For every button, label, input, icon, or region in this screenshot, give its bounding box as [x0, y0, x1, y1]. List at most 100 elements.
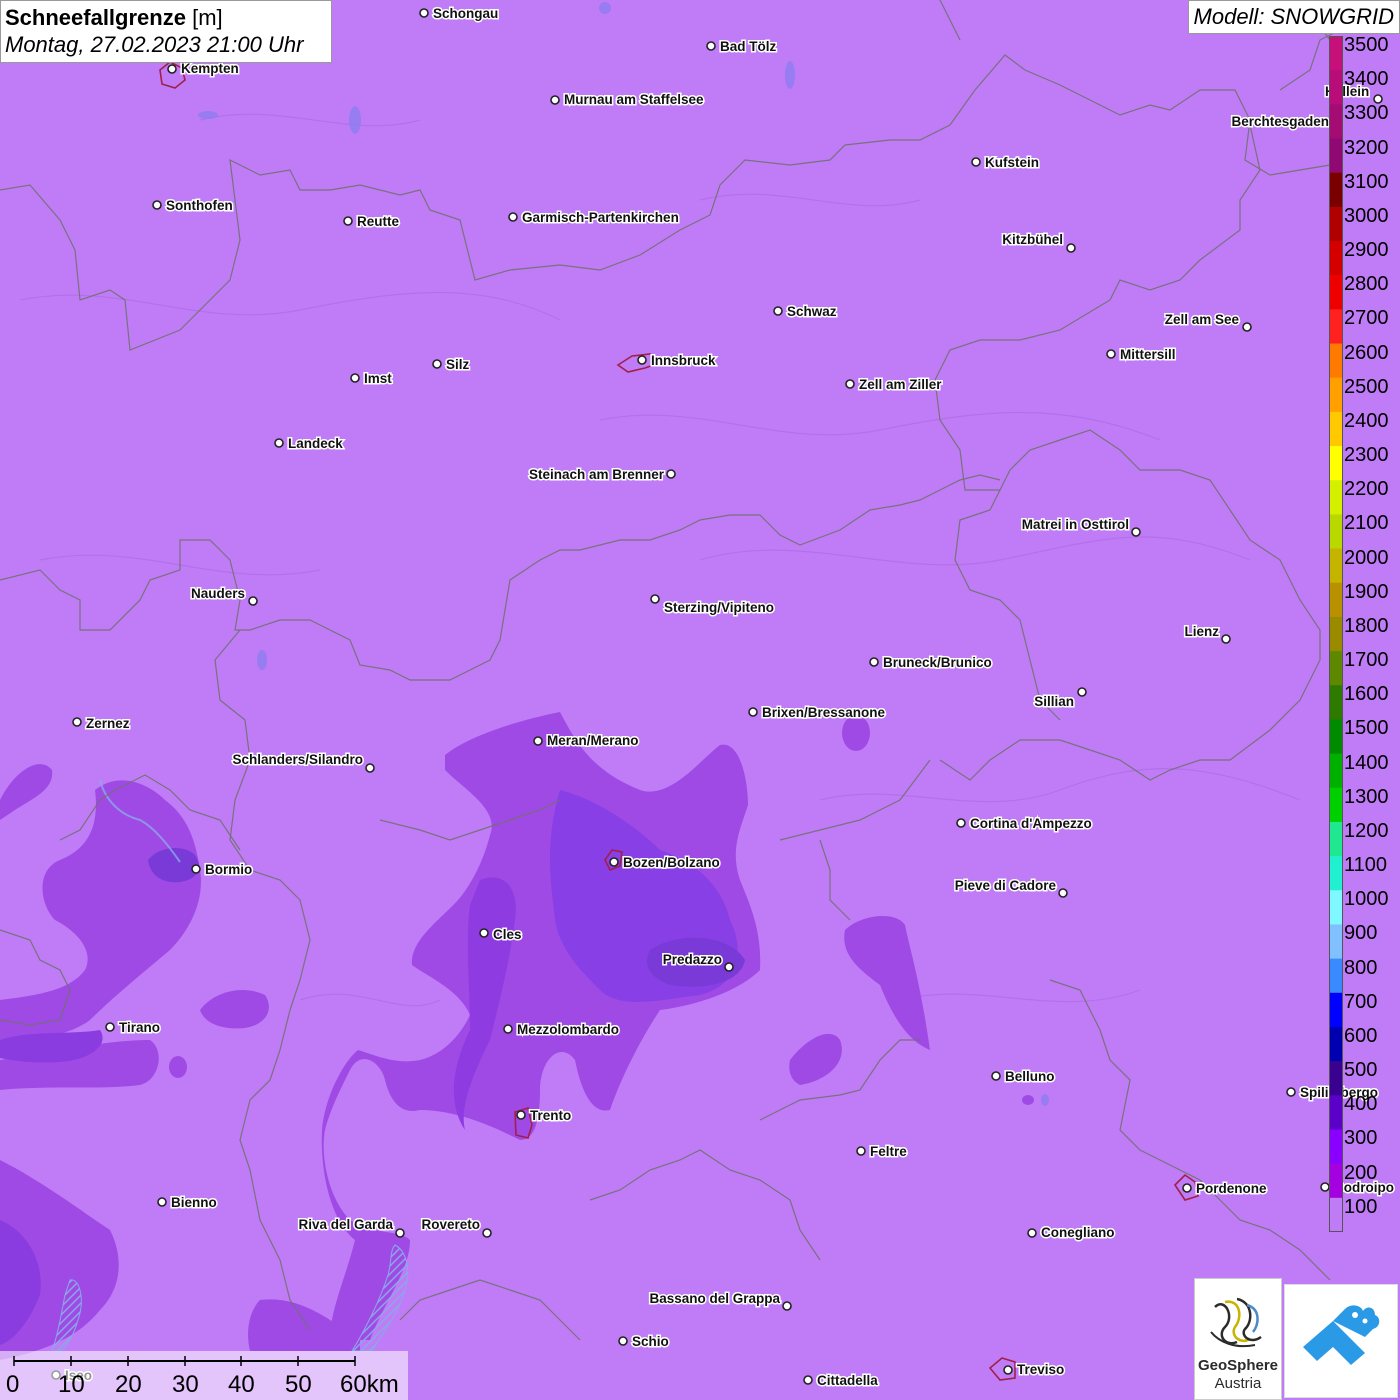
- city-marker: [803, 1375, 813, 1385]
- city-label: Schlanders/Silandro: [232, 752, 363, 767]
- model-label: Modell: SNOWGRID: [1187, 0, 1400, 34]
- legend-colorbar: [1329, 36, 1343, 1232]
- title-box: Schneefallgrenze [m] Montag, 27.02.2023 …: [0, 0, 332, 63]
- city-label: Cittadella: [817, 1373, 878, 1388]
- legend-swatch: [1329, 480, 1343, 515]
- city-label: Sterzing/Vipiteno: [664, 600, 774, 615]
- city-marker: [637, 355, 647, 365]
- legend-swatch: [1329, 753, 1343, 789]
- city-label: Conegliano: [1041, 1225, 1115, 1240]
- legend-swatch: [1329, 36, 1343, 71]
- city-marker: [72, 717, 82, 727]
- legend-swatch: [1329, 548, 1343, 584]
- patch-bruneck: [842, 715, 870, 751]
- city-marker: [482, 1228, 492, 1238]
- scale-tick: 60km: [340, 1371, 399, 1398]
- legend-label: 2800: [1344, 273, 1389, 296]
- city-label: Pordenone: [1196, 1181, 1267, 1196]
- legend-label: 2200: [1344, 478, 1389, 501]
- legend-label: 800: [1344, 956, 1378, 979]
- legend-label: 2300: [1344, 444, 1389, 467]
- city-marker: [845, 379, 855, 389]
- city-label: Kitzbühel: [1002, 232, 1063, 247]
- snowgrid-logo[interactable]: [1284, 1284, 1398, 1398]
- city-label: Cles: [493, 927, 522, 942]
- legend-label: 1400: [1344, 751, 1389, 774]
- city-label: Schio: [632, 1334, 669, 1349]
- city-marker: [748, 707, 758, 717]
- city-label: Brixen/Bressanone: [762, 705, 886, 720]
- legend-swatch: [1329, 343, 1343, 379]
- geosphere-logo[interactable]: GeoSphere Austria: [1194, 1278, 1282, 1400]
- legend-label: 2500: [1344, 375, 1389, 398]
- city-marker: [274, 438, 284, 448]
- city-marker: [508, 212, 518, 222]
- map-datetime: Montag, 27.02.2023 21:00 Uhr: [5, 32, 304, 57]
- legend-label: 200: [1344, 1161, 1378, 1184]
- map-unit: [m]: [192, 5, 223, 30]
- legend-swatch: [1329, 241, 1343, 276]
- city-marker: [432, 359, 442, 369]
- geosphere-swirl-icon: [1210, 1297, 1262, 1348]
- legend-label: 2400: [1344, 409, 1389, 432]
- city-marker: [343, 216, 353, 226]
- legend-label: 1300: [1344, 785, 1389, 808]
- city-marker: [516, 1110, 526, 1120]
- city-marker: [618, 1336, 628, 1346]
- city-label: Mittersill: [1120, 347, 1176, 362]
- legend-swatch: [1329, 309, 1343, 345]
- legend-label: 600: [1344, 1024, 1378, 1047]
- geosphere-name: GeoSphere: [1197, 1357, 1279, 1374]
- city-marker: [157, 1197, 167, 1207]
- city-marker: [419, 8, 429, 18]
- city-marker: [991, 1071, 1001, 1081]
- city-label: Kufstein: [985, 155, 1039, 170]
- city-marker: [706, 41, 716, 51]
- city-marker: [1077, 687, 1087, 697]
- legend-swatch: [1329, 377, 1343, 413]
- legend-label: 2600: [1344, 341, 1389, 364]
- city-label: Schongau: [433, 6, 498, 21]
- legend-swatch: [1329, 275, 1343, 310]
- city-label: Cortina d'Ampezzo: [970, 816, 1092, 831]
- city-label: Predazzo: [663, 952, 722, 967]
- legend-label: 3300: [1344, 102, 1389, 125]
- city-label: Belluno: [1005, 1069, 1055, 1084]
- legend-label: 1900: [1344, 580, 1389, 603]
- scale-tick: 30: [172, 1371, 199, 1398]
- legend-swatch: [1329, 172, 1343, 208]
- legend-label: 900: [1344, 922, 1378, 945]
- city-marker: [609, 857, 619, 867]
- legend-swatch: [1329, 138, 1343, 174]
- city-marker: [167, 64, 177, 74]
- city-marker: [1106, 349, 1116, 359]
- legend-swatch: [1329, 958, 1343, 994]
- legend-swatch: [1329, 411, 1343, 447]
- city-marker: [395, 1228, 405, 1238]
- city-marker: [1027, 1228, 1037, 1238]
- scale-tick: 40: [228, 1371, 255, 1398]
- city-label: Garmisch-Partenkirchen: [522, 210, 679, 225]
- city-marker: [191, 864, 201, 874]
- city-marker: [782, 1301, 792, 1311]
- city-marker: [666, 469, 676, 479]
- legend-label: 3100: [1344, 170, 1389, 193]
- city-label: Zell am Ziller: [859, 377, 942, 392]
- patch-tirano-small: [169, 1056, 187, 1078]
- city-label: Zernez: [86, 716, 130, 731]
- legend-label: 300: [1344, 1127, 1378, 1150]
- city-label: Innsbruck: [651, 353, 716, 368]
- legend-swatch: [1329, 1061, 1343, 1096]
- city-label: Pieve di Cadore: [955, 878, 1057, 893]
- legend-swatch: [1329, 446, 1343, 481]
- legend-label: 700: [1344, 990, 1378, 1013]
- city-label: Rovereto: [421, 1217, 480, 1232]
- geosphere-subname: Austria: [1214, 1375, 1262, 1392]
- city-marker: [1242, 322, 1252, 332]
- city-label: Kempten: [181, 61, 239, 76]
- legend-label: 2900: [1344, 239, 1389, 262]
- title-line: Schneefallgrenze [m]: [5, 4, 327, 31]
- city-label: Bad Tölz: [720, 39, 776, 54]
- city-label: Imst: [364, 371, 392, 386]
- legend-swatch: [1329, 514, 1343, 550]
